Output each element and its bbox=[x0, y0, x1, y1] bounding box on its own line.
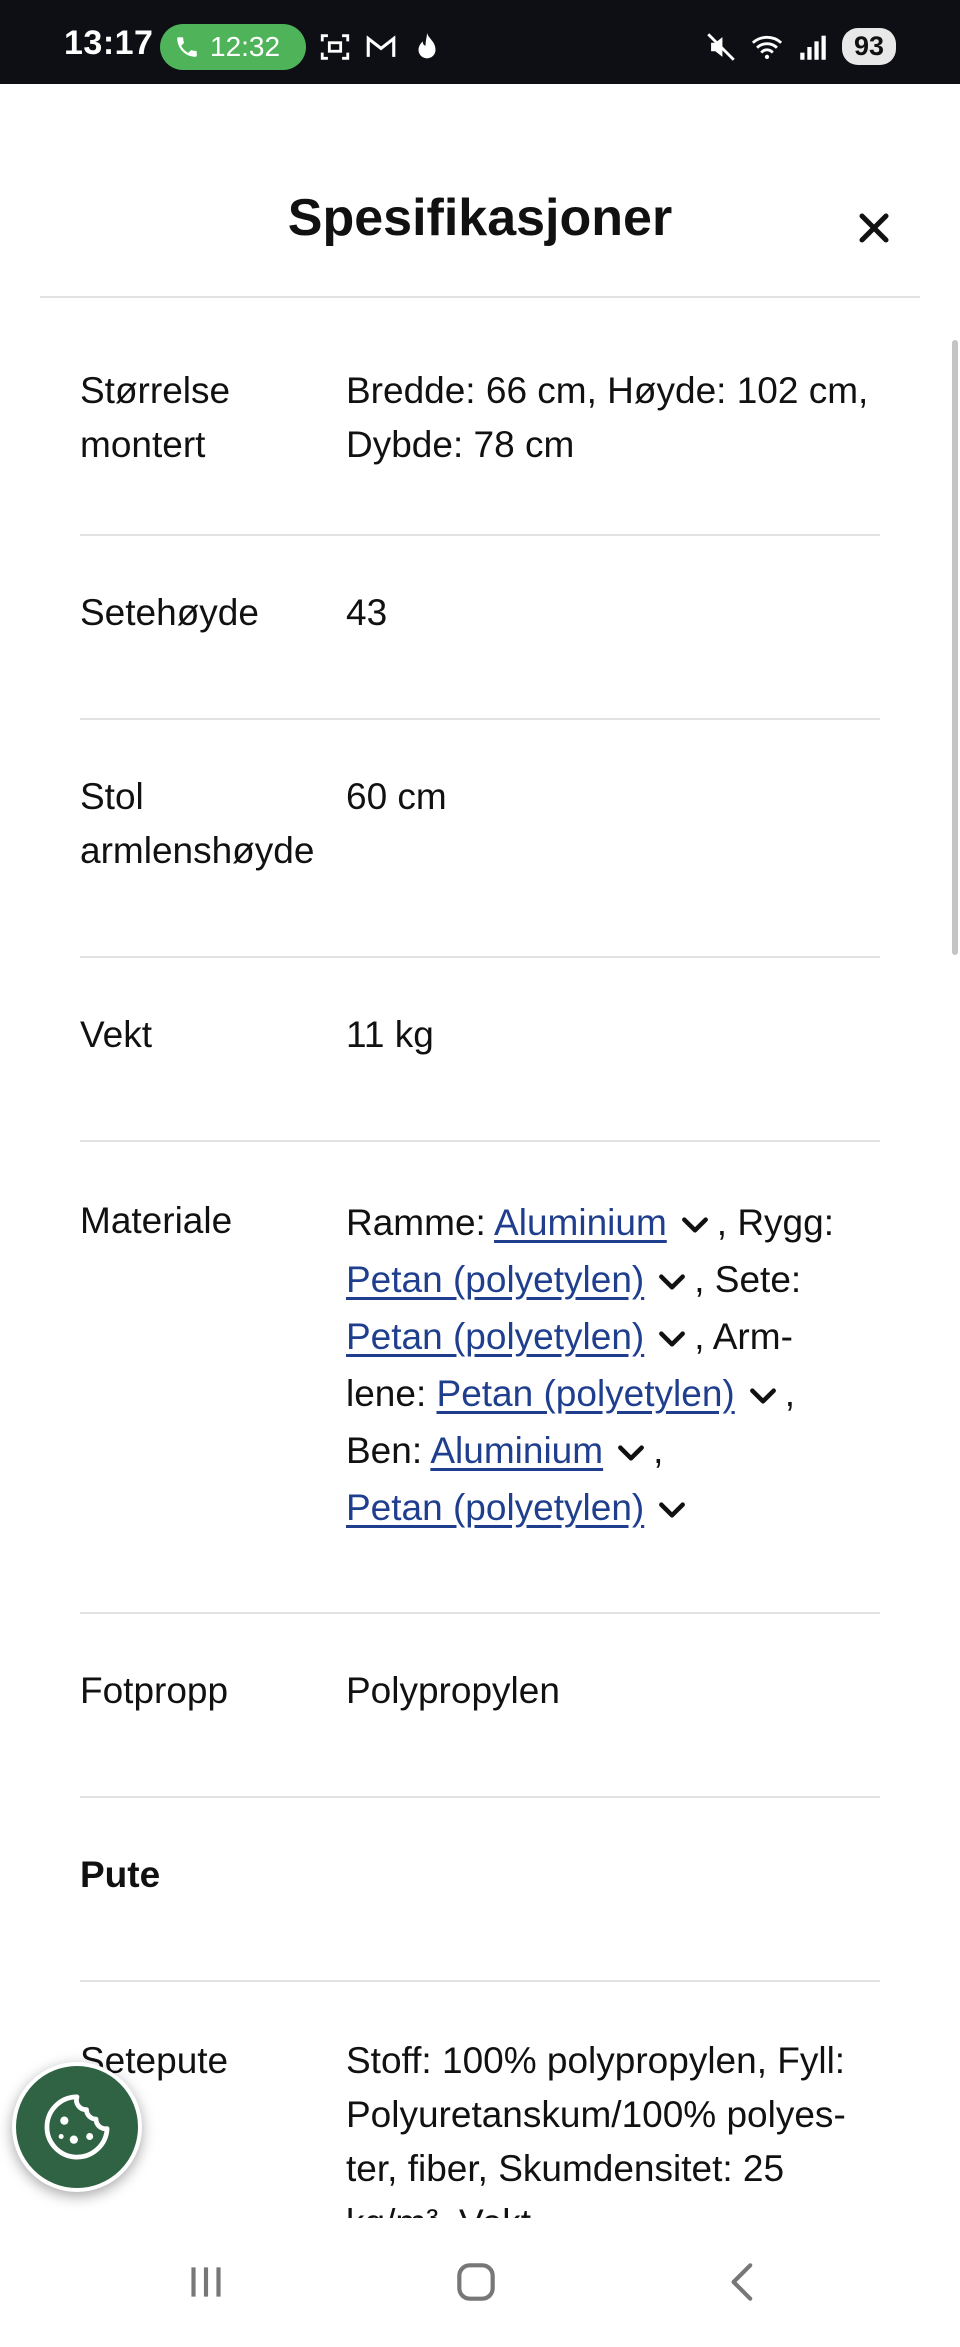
recent-apps-button[interactable] bbox=[166, 2250, 246, 2314]
cookie-icon bbox=[44, 2094, 110, 2160]
material-link-back[interactable]: Petan (polyetylen) bbox=[346, 1259, 644, 1300]
material-link-seat[interactable]: Petan (polyetylen) bbox=[346, 1316, 644, 1357]
spec-value: 43 bbox=[346, 592, 388, 633]
call-timer: 12:32 bbox=[210, 31, 281, 62]
recent-apps-icon bbox=[191, 2267, 221, 2297]
material-prefix: Ramme: bbox=[346, 1202, 495, 1243]
spec-label: Størrelse montert bbox=[80, 370, 231, 465]
home-icon bbox=[457, 2263, 495, 2301]
spec-section-cushion: Pute bbox=[80, 1798, 880, 1982]
signal-icon bbox=[800, 35, 826, 60]
system-icons: 93 bbox=[704, 28, 896, 65]
spec-label: Vekt bbox=[80, 1014, 152, 1055]
chevron-down-icon[interactable] bbox=[679, 1213, 711, 1237]
material-prefix: Ben: bbox=[346, 1430, 431, 1471]
spec-row-seat-height: Setehøyde 43 bbox=[80, 536, 880, 720]
chevron-down-icon[interactable] bbox=[656, 1498, 688, 1522]
spec-row-armrest-height: Stol armlenshøyde 60 cm bbox=[80, 720, 880, 958]
notification-icons bbox=[318, 30, 444, 64]
material-link-armrest[interactable]: Petan (polyetylen) bbox=[437, 1373, 735, 1414]
call-pill[interactable]: 12:32 bbox=[160, 24, 306, 70]
material-prefix: , Arm- bbox=[694, 1316, 793, 1357]
spec-value-material: Ramme: Aluminium , Rygg: Petan (polyetyle… bbox=[346, 1194, 880, 1612]
spec-row-foot: Fotpropp Polypropylen bbox=[80, 1614, 880, 1798]
chevron-down-icon[interactable] bbox=[747, 1384, 779, 1408]
close-button[interactable] bbox=[852, 206, 896, 250]
phone-icon bbox=[177, 37, 197, 57]
material-prefix: , Sete: bbox=[694, 1259, 802, 1300]
status-time: 13:17 bbox=[64, 24, 154, 62]
system-nav-bar bbox=[0, 2218, 960, 2347]
chevron-down-icon[interactable] bbox=[656, 1270, 688, 1294]
spec-value: Bredde: 66 cm, Høyde: 102 cm, Dybde: 78 … bbox=[346, 370, 869, 465]
mute-icon bbox=[707, 32, 735, 61]
page-title: Spesifikasjoner bbox=[287, 189, 673, 247]
material-link-legs[interactable]: Aluminium bbox=[430, 1430, 603, 1471]
scrollbar[interactable] bbox=[952, 340, 958, 955]
spec-section-title: Pute bbox=[80, 1854, 161, 1895]
spec-row-size: Størrelse montert Bredde: 66 cm, Høyde: … bbox=[80, 298, 880, 536]
chevron-down-icon[interactable] bbox=[615, 1441, 647, 1465]
spec-row-seat-cushion: Setepute Stoff: 100% polypropylen, Fyll:… bbox=[80, 1982, 880, 2243]
material-prefix: , Rygg: bbox=[716, 1202, 834, 1243]
material-sep: , bbox=[784, 1373, 796, 1414]
home-button[interactable] bbox=[436, 2250, 516, 2314]
close-icon bbox=[859, 213, 889, 243]
back-button[interactable] bbox=[704, 2250, 784, 2314]
spec-label: Setehøyde bbox=[80, 592, 259, 633]
cookie-settings-button[interactable] bbox=[12, 2062, 142, 2192]
back-icon bbox=[731, 2263, 753, 2301]
spec-table: Størrelse montert Bredde: 66 cm, Høyde: … bbox=[80, 298, 880, 2243]
spec-row-weight: Vekt 11 kg bbox=[80, 958, 880, 1142]
tinder-icon bbox=[418, 32, 436, 59]
spec-label: Materiale bbox=[80, 1200, 233, 1241]
spec-value: Stoff: 100% polypropylen, Fyll: Polyuret… bbox=[346, 2040, 846, 2243]
material-prefix: lene: bbox=[346, 1373, 437, 1414]
spec-label: Stol armlenshøyde bbox=[80, 776, 315, 871]
spec-value: 11 kg bbox=[346, 1014, 434, 1055]
material-sep: , bbox=[653, 1430, 664, 1471]
material-link-frame[interactable]: Aluminium bbox=[494, 1202, 667, 1243]
screenshot-icon bbox=[320, 34, 350, 60]
chevron-down-icon[interactable] bbox=[656, 1327, 688, 1351]
spec-row-material: Materiale Ramme: Aluminium , Rygg: Petan … bbox=[80, 1142, 880, 1614]
spec-value: 60 cm bbox=[346, 776, 447, 817]
status-bar: 13:17 12:32 93 bbox=[0, 0, 960, 84]
battery-level: 93 bbox=[842, 28, 896, 65]
gmail-icon bbox=[366, 35, 396, 57]
spec-value: Polypropylen bbox=[346, 1670, 560, 1711]
material-link-extra[interactable]: Petan (polyetylen) bbox=[346, 1487, 644, 1528]
spec-label: Fotpropp bbox=[80, 1670, 229, 1711]
wifi-icon bbox=[751, 35, 783, 59]
